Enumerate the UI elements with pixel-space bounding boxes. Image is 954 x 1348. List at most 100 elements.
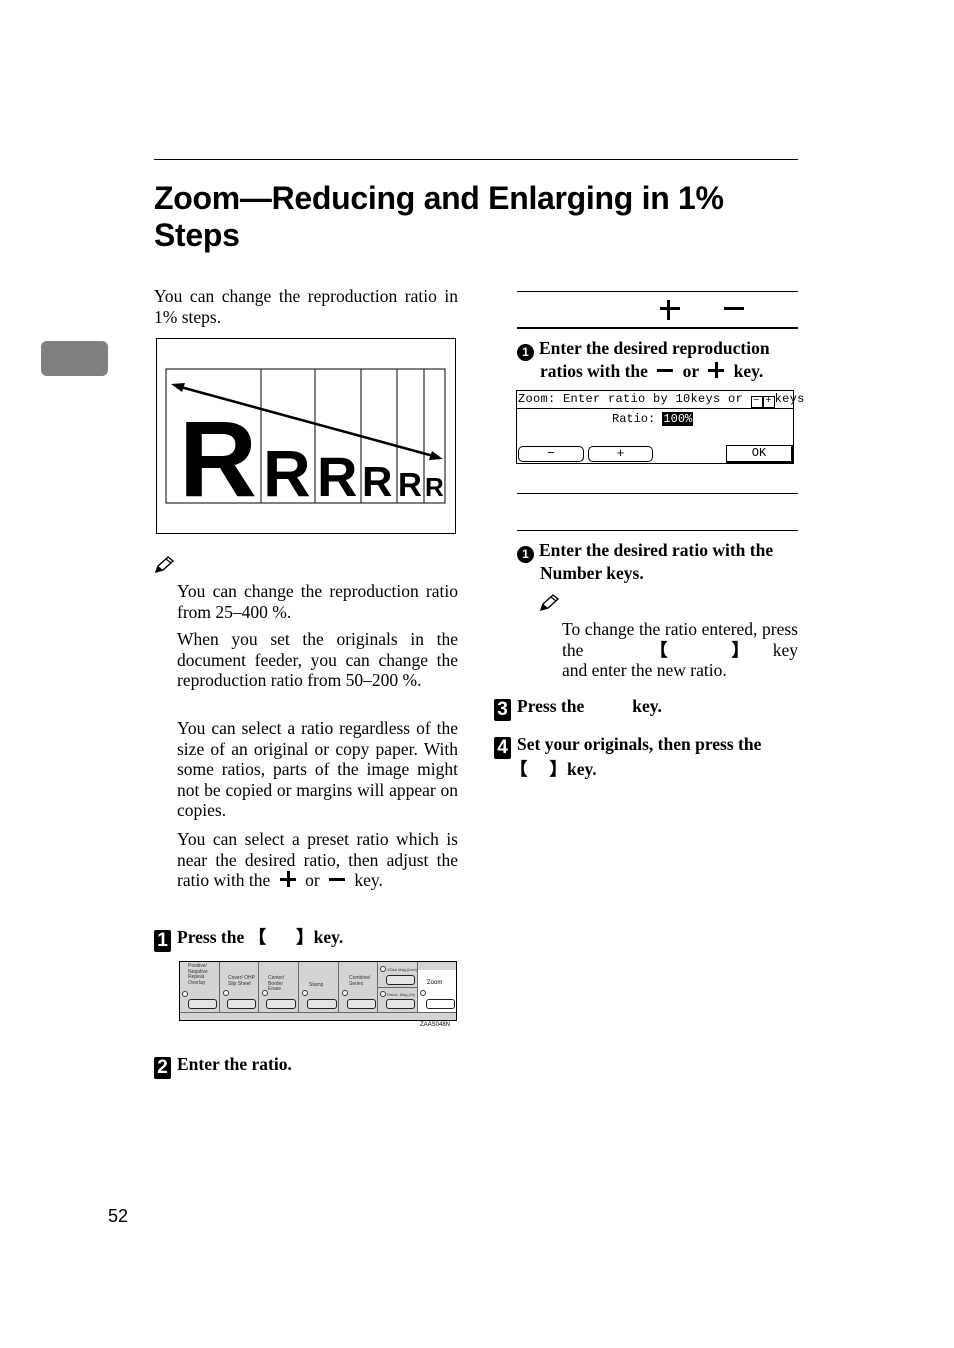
lcd-minus-icon: − [750,396,763,408]
panel-cell-center-border: Center/ Border Erase [259,962,299,1012]
panel-cell-cover: Cover/ OHP Slip Sheet [220,962,259,1012]
key-bracket-open: 【 [650,640,668,660]
substep-number: 1 [517,546,534,563]
r-letter-6: R [425,472,444,502]
header-rule [154,159,798,160]
step-number: 2 [154,1057,171,1079]
key-bracket-open: 【 [510,759,528,779]
panel-label: Cover/ OHP Slip Sheet [228,975,255,987]
panel-label: Direct. Mag.(%) [387,992,415,997]
r-letter-1: R [179,398,257,519]
panel-label: Center/ Border Erase [268,975,285,992]
r-letter-2: R [263,436,311,510]
lcd-header-suffix: keys [774,392,805,406]
r-letter-4: R [362,458,392,505]
plus-key-icon [707,361,725,379]
panel-button[interactable] [266,999,296,1009]
chapter-tab-marker [41,341,108,376]
step-1: 1 Press the 【 】key. [154,927,343,952]
method-header [517,297,798,323]
step-2: 2 Enter the ratio. [154,1054,292,1079]
substep-or: or [682,361,699,381]
substep-key: key. [733,361,764,381]
r-letter-5: R [398,466,422,503]
note-or: or [305,870,320,890]
lcd-plus-icon: + [762,396,775,408]
lcd-minus-button[interactable]: − [518,446,584,462]
reduction-figure-svg: R R R R R R [165,368,446,519]
indicator-led [182,991,188,997]
step-number: 4 [494,737,511,759]
lcd-ratio-value: 100% [662,412,694,426]
indicator-led [223,990,229,996]
intro-text: You can change the reproduction ratio in… [154,286,458,327]
substep-text: Number keys. [540,563,644,583]
lcd-ok-button[interactable]: OK [726,445,793,463]
indicator-led [420,990,426,996]
indicator-led [380,991,386,997]
step-text: key. [632,696,662,716]
lcd-plus-button[interactable]: + [588,446,653,462]
substep-number-keys: 1 Enter the desired ratio with the Number… [517,540,798,584]
panel-cell-magnification: 1Size Mag.(inch) Direct. Mag.(%) [378,962,418,1012]
step-4: 4 Set your originals, then press the 【 】ke… [494,734,798,780]
panel-button[interactable] [188,999,217,1009]
panel-label: 1Size Mag.(inch) [387,967,418,972]
section-rule-thick [517,327,798,329]
panel-cell-stamp: Stamp [299,962,339,1012]
step-text: Press the [517,696,585,716]
panel-button[interactable] [386,999,415,1009]
substep-number: 1 [517,344,534,361]
panel-button[interactable] [307,999,337,1009]
lcd-ratio-label: Ratio: [612,412,656,426]
minus-key-icon [723,299,745,321]
panel-button[interactable] [227,999,256,1009]
key-bracket-close: 】 [731,640,750,660]
page-title: Zoom—Reducing and Enlarging in 1% Steps [154,180,804,254]
panel-label: Stamp [309,982,324,988]
reduction-figure: R R R R R R [156,338,456,534]
panel-label: Combine/ Series [349,975,371,987]
substep-text: ratios with the [540,361,648,381]
key-bracket-open: 【 [248,927,267,947]
section-rule-thin [517,493,798,494]
indicator-led [302,990,308,996]
note-item: You can select a preset ratio which is n… [177,829,458,891]
panel-cell-positive-negative: Positive/ Negative Repeat Overlay [180,962,220,1012]
key-bracket-close: 】 [296,927,314,947]
page-title-line1: Zoom—Reducing and Enlarging in 1% [154,180,724,216]
lcd-zoom-screen: Zoom: Enter ratio by 10keys or − + keys Ra… [516,390,804,464]
panel-button[interactable] [347,999,376,1009]
panel-button[interactable] [386,975,415,985]
r-letter-3: R [317,445,357,508]
page-title-line2: Steps [154,217,240,253]
panel-label-zoom: Zoom [427,980,443,986]
control-panel-figure: Positive/ Negative Repeat Overlay Cover/… [179,961,457,1021]
indicator-led [380,966,386,972]
pencil-note-icon [539,594,559,612]
substep-text: Enter the desired reproduction [539,338,770,358]
substep-text: Enter the desired ratio with the [539,540,774,560]
section-rule-thin [517,291,798,292]
lcd-header-text: Zoom: Enter ratio by 10keys or [518,392,744,406]
minus-key-icon [656,361,674,379]
panel-cell-combine: Combine/ Series [339,962,378,1012]
zoom-panel-button[interactable] [426,999,455,1009]
panel-label: Positive/ Negative Repeat Overlay [188,963,208,986]
minus-key-icon [328,870,346,888]
figure-code: ZAAS048N [420,1022,451,1028]
step-text: key. [567,759,597,779]
step-text: Set your originals, then press the [517,734,762,754]
note-text-line3: and enter the new ratio. [562,660,727,680]
note-key: key [772,640,798,660]
indicator-led [342,990,348,996]
lcd-ratio-line: Ratio: 100% [612,411,694,427]
section-rule-thin [517,530,798,531]
step-text: key. [313,927,344,947]
step-number: 1 [154,930,171,952]
step-text: Enter the ratio. [177,1054,292,1074]
step-3: 3 Press the key. [494,696,662,721]
plus-key-icon [659,299,681,321]
plus-key-icon [279,870,297,888]
note-item: You can change the reproduction ratio fr… [177,581,458,622]
